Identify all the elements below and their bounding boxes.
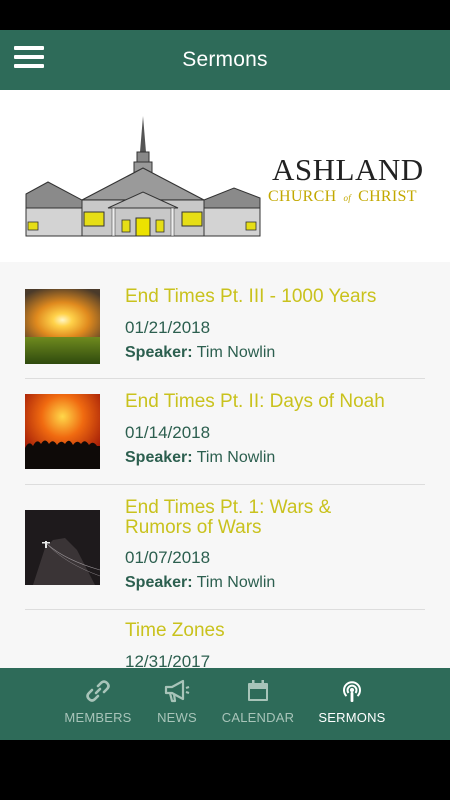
church-building-icon [25,116,261,237]
tab-news[interactable]: NEWS [146,668,208,740]
sermon-item[interactable]: End Times Pt. II: Days of Noah 01/14/201… [25,380,425,485]
status-bar [0,0,450,30]
system-navigation-bar [0,740,450,800]
page-title: Sermons [182,48,268,71]
sermon-speaker: Speaker: Tim Nowlin [125,449,276,466]
sermon-title[interactable]: End Times Pt. 1: Wars & Rumors of Wars [125,498,395,538]
sermon-item[interactable]: Time Zones 12/31/2017 [25,611,425,669]
podcast-icon [343,681,361,702]
sermon-date: 01/14/2018 [125,423,211,442]
sermon-speaker: Speaker: Tim Nowlin [125,574,276,591]
bottom-tab-bar: MEMBERS NEWS CALENDAR SERMONS [0,668,450,740]
figure-on-hill-image [25,510,100,585]
sunrise-field-image [25,289,100,364]
sermon-list: End Times Pt. III - 1000 Years 01/21/201… [0,262,450,668]
church-logo-banner: ASHLAND CHURCH of CHRIST [0,90,450,262]
tab-calendar[interactable]: CALENDAR [216,668,300,740]
church-name: ASHLAND [272,152,424,187]
tab-sermons[interactable]: SERMONS [312,668,392,740]
hamburger-menu-icon[interactable] [14,46,44,74]
sermon-date: 01/07/2018 [125,548,211,567]
sermon-speaker: Speaker: Tim Nowlin [125,344,276,361]
sermon-title[interactable]: End Times Pt. III - 1000 Years [125,287,395,307]
sermon-date: 12/31/2017 [125,652,211,668]
sermon-title[interactable]: End Times Pt. II: Days of Noah [125,392,395,412]
sermon-date: 01/21/2018 [125,318,211,337]
sermon-item[interactable]: End Times Pt. 1: Wars & Rumors of Wars 0… [25,486,425,610]
link-icon [86,680,110,702]
megaphone-icon [164,679,190,703]
sermon-item[interactable]: End Times Pt. III - 1000 Years 01/21/201… [25,262,425,379]
app-bar: Sermons [0,30,450,90]
crowd-fire-sky-image [25,394,100,469]
sermon-title[interactable]: Time Zones [125,621,395,641]
church-subtitle: CHURCH of CHRIST [268,188,417,205]
tab-members[interactable]: MEMBERS [58,668,138,740]
calendar-icon [248,680,268,701]
